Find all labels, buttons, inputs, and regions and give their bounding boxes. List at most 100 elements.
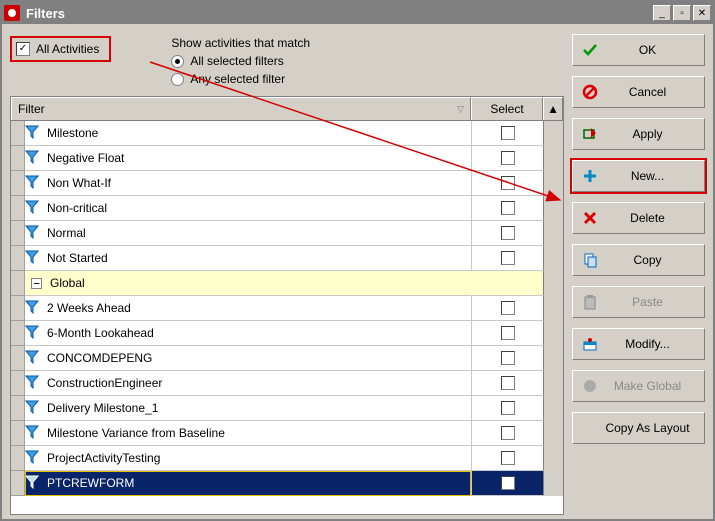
- radio-all-row[interactable]: All selected filters: [171, 54, 310, 68]
- select-checkbox[interactable]: [501, 226, 515, 240]
- scroll-up-button[interactable]: ▲: [543, 97, 563, 120]
- filter-label: ProjectActivityTesting: [47, 451, 160, 465]
- plus-icon: [581, 168, 599, 184]
- no-icon: [581, 84, 599, 100]
- funnel-icon: [25, 350, 41, 366]
- radio-all[interactable]: [171, 55, 184, 68]
- globe-icon: [581, 378, 599, 394]
- select-checkbox[interactable]: [501, 351, 515, 365]
- filters-dialog: Filters _ ▫ ✕ ✓ All Activities Show acti…: [0, 0, 715, 521]
- select-checkbox[interactable]: [501, 151, 515, 165]
- copy-as-layout-button[interactable]: Copy As Layout: [572, 412, 705, 444]
- new-button[interactable]: New...: [572, 160, 705, 192]
- funnel-icon: [25, 425, 41, 441]
- filter-row[interactable]: Normal: [11, 221, 563, 246]
- all-activities-checkbox[interactable]: ✓: [16, 42, 30, 56]
- filter-row[interactable]: Milestone: [11, 121, 563, 146]
- radio-all-label: All selected filters: [190, 54, 283, 68]
- modify-button[interactable]: Modify...: [572, 328, 705, 360]
- copy-button[interactable]: Copy: [572, 244, 705, 276]
- filter-label: Milestone Variance from Baseline: [47, 426, 225, 440]
- column-header-filter[interactable]: Filter ▽: [11, 97, 471, 120]
- funnel-icon: [25, 175, 41, 191]
- maximize-button[interactable]: ▫: [673, 5, 691, 21]
- close-button[interactable]: ✕: [693, 5, 711, 21]
- delete-button[interactable]: Delete: [572, 202, 705, 234]
- funnel-icon: [25, 200, 41, 216]
- check-icon: [581, 42, 599, 58]
- filter-row[interactable]: CONCOMDEPENG: [11, 346, 563, 371]
- column-header-select[interactable]: Select: [471, 97, 543, 120]
- funnel-icon: [25, 450, 41, 466]
- funnel-icon: [25, 250, 41, 266]
- filter-row[interactable]: PTCREWFORM: [11, 471, 563, 496]
- sort-indicator-icon: ▽: [457, 104, 464, 115]
- filter-label: CONCOMDEPENG: [47, 351, 152, 365]
- filter-row[interactable]: Delivery Milestone_1: [11, 396, 563, 421]
- filter-row[interactable]: ProjectActivityTesting: [11, 446, 563, 471]
- filter-label: Milestone: [47, 126, 98, 140]
- funnel-icon: [25, 475, 41, 491]
- funnel-icon: [25, 150, 41, 166]
- select-checkbox[interactable]: [501, 326, 515, 340]
- select-checkbox[interactable]: [501, 401, 515, 415]
- apply-icon: [581, 126, 599, 142]
- radio-any[interactable]: [171, 73, 184, 86]
- filter-label: Not Started: [47, 251, 108, 265]
- group-row[interactable]: −Global: [11, 271, 563, 296]
- funnel-icon: [25, 400, 41, 416]
- minimize-button[interactable]: _: [653, 5, 671, 21]
- funnel-icon: [25, 225, 41, 241]
- filter-label: ConstructionEngineer: [47, 376, 162, 390]
- select-checkbox[interactable]: [501, 426, 515, 440]
- filter-label: PTCREWFORM: [47, 476, 134, 490]
- filter-row[interactable]: 6-Month Lookahead: [11, 321, 563, 346]
- select-checkbox[interactable]: [501, 301, 515, 315]
- select-checkbox[interactable]: [501, 251, 515, 265]
- paste-icon: [581, 294, 599, 310]
- modify-icon: [581, 336, 599, 352]
- filter-label: Non-critical: [47, 201, 107, 215]
- funnel-icon: [25, 300, 41, 316]
- filter-row[interactable]: Milestone Variance from Baseline: [11, 421, 563, 446]
- select-checkbox[interactable]: [501, 176, 515, 190]
- funnel-icon: [25, 375, 41, 391]
- match-radio-group: Show activities that match All selected …: [171, 36, 310, 86]
- filter-row[interactable]: Negative Float: [11, 146, 563, 171]
- funnel-icon: [25, 325, 41, 341]
- filter-label: Delivery Milestone_1: [47, 401, 158, 415]
- funnel-icon: [25, 125, 41, 141]
- x-icon: [581, 210, 599, 226]
- titlebar: Filters _ ▫ ✕: [2, 2, 713, 24]
- all-activities-checkbox-wrap[interactable]: ✓ All Activities: [10, 36, 111, 62]
- filter-label: 2 Weeks Ahead: [47, 301, 131, 315]
- app-icon: [4, 5, 20, 21]
- filter-row[interactable]: Not Started: [11, 246, 563, 271]
- select-checkbox[interactable]: [501, 126, 515, 140]
- select-checkbox[interactable]: [501, 376, 515, 390]
- filter-label: Negative Float: [47, 151, 124, 165]
- filter-row[interactable]: Non What-If: [11, 171, 563, 196]
- ok-button[interactable]: OK: [572, 34, 705, 66]
- make-global-button[interactable]: Make Global: [572, 370, 705, 402]
- filter-label: Normal: [47, 226, 86, 240]
- filters-grid: Filter ▽ Select ▲ Milestone Negative Floa…: [10, 96, 564, 515]
- group-label: Global: [50, 276, 85, 290]
- collapse-icon[interactable]: −: [31, 278, 42, 289]
- radio-any-label: Any selected filter: [190, 72, 285, 86]
- filter-label: Non What-If: [47, 176, 111, 190]
- all-activities-label: All Activities: [36, 42, 99, 56]
- select-checkbox[interactable]: [501, 451, 515, 465]
- copy-icon: [581, 252, 599, 268]
- radio-any-row[interactable]: Any selected filter: [171, 72, 310, 86]
- paste-button[interactable]: Paste: [572, 286, 705, 318]
- select-checkbox[interactable]: [501, 476, 515, 490]
- filter-row[interactable]: 2 Weeks Ahead: [11, 296, 563, 321]
- select-checkbox[interactable]: [501, 201, 515, 215]
- window-title: Filters: [26, 6, 651, 21]
- apply-button[interactable]: Apply: [572, 118, 705, 150]
- filter-label: 6-Month Lookahead: [47, 326, 154, 340]
- filter-row[interactable]: ConstructionEngineer: [11, 371, 563, 396]
- filter-row[interactable]: Non-critical: [11, 196, 563, 221]
- cancel-button[interactable]: Cancel: [572, 76, 705, 108]
